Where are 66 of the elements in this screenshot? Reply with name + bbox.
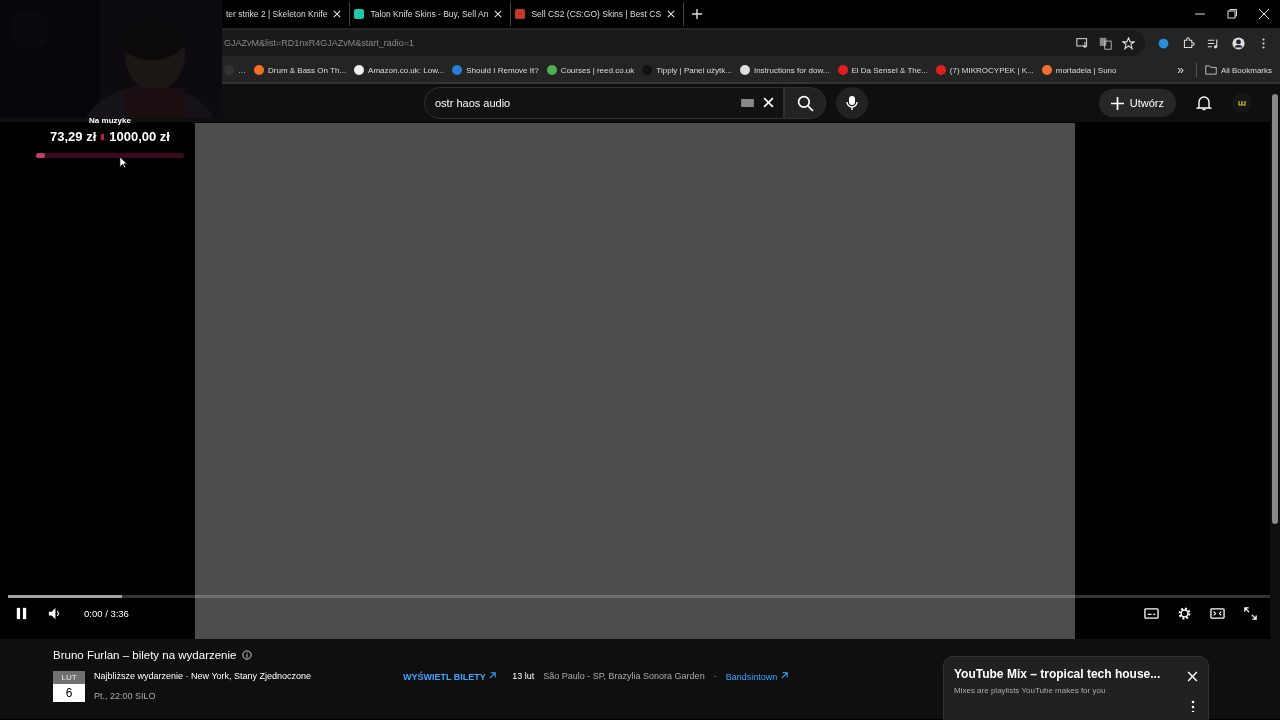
bookmark[interactable]: Should I Remove It? [452, 65, 539, 75]
folder-icon [1204, 65, 1217, 75]
pause-icon[interactable] [14, 606, 29, 621]
external-link-icon [779, 671, 789, 680]
microphone-icon [844, 95, 860, 111]
more-icon[interactable] [1190, 700, 1195, 712]
search-button[interactable] [784, 87, 826, 119]
browser-tab[interactable]: Sell CS2 (CS:GO) Skins | Best CS [511, 2, 685, 26]
close-icon[interactable] [667, 10, 676, 18]
puzzle-icon[interactable] [1182, 36, 1195, 50]
profile-avatar-icon[interactable] [1232, 36, 1245, 50]
bookmark[interactable]: Courses | reed.co.uk [546, 65, 635, 75]
event-place: São Paulo - SP, Brazylia Sonora Garden [543, 671, 705, 681]
bookmark[interactable]: mortadela | Suno [1041, 65, 1117, 75]
media-icon[interactable] [1207, 36, 1220, 50]
bookmark[interactable]: Instructions for dow... [739, 65, 830, 75]
new-tab-icon[interactable] [692, 9, 703, 19]
bookmark[interactable]: El Da Sensei & The... [837, 65, 928, 75]
time-display: 0:00 / 3:36 [84, 608, 129, 619]
close-icon[interactable] [494, 10, 503, 18]
goal-target: 1000,00 zł [109, 129, 170, 144]
search-icon [796, 94, 814, 112]
avatar-icon[interactable] [1232, 93, 1252, 113]
bookmark[interactable]: … [224, 65, 246, 75]
separator-dot: · [713, 671, 717, 681]
install-icon[interactable] [1076, 36, 1089, 50]
microphone-button[interactable] [836, 87, 868, 119]
close-icon[interactable] [1259, 9, 1269, 19]
bell-icon[interactable] [1196, 95, 1212, 111]
bookmark[interactable]: (7) MIKROCYPEK | K... [935, 65, 1034, 75]
external-link-icon [488, 671, 498, 680]
search-field[interactable]: ostr haos audio [424, 87, 784, 119]
event-time: Pt., 22:00 SILO [94, 691, 157, 701]
subtitles-icon[interactable] [1144, 606, 1159, 621]
star-icon[interactable] [1122, 36, 1135, 50]
plus-icon [1110, 96, 1124, 110]
event-title: Najbliższe wydarzenie · New York, Stany Zjednoczone [94, 671, 313, 681]
bookmark[interactable]: Amazon.co.uk: Low... [354, 65, 445, 75]
mix-card[interactable]: YouTube Mix – tropical tech house... Mixes are playlists YouTube makes for you [943, 656, 1209, 720]
all-bookmarks-folder[interactable]: All Bookmarks [1204, 65, 1272, 75]
theater-mode-icon[interactable] [1210, 606, 1225, 621]
mix-subtitle: Mixes are playlists YouTube makes for you [954, 686, 1107, 695]
settings-icon[interactable] [1177, 606, 1192, 621]
clear-icon[interactable] [763, 97, 774, 108]
info-icon[interactable] [242, 650, 253, 660]
event-heading: Bruno Furlan – bilety na wydarzenie [53, 649, 237, 661]
volume-icon[interactable] [47, 606, 62, 621]
more-bookmarks-button[interactable]: » [1173, 63, 1188, 77]
tickets-link[interactable]: WYŚWIETL BILETY [403, 671, 498, 682]
close-icon[interactable] [333, 10, 342, 18]
event-date: 13 lut [512, 671, 535, 681]
progress-bar[interactable] [8, 595, 1270, 598]
address-bar[interactable]: GJAZvM&list=RD1nxR4GJAZvM&start_radio=1 [222, 30, 1145, 56]
fullscreen-icon[interactable] [1243, 606, 1258, 621]
goal-title: Na muzyke [89, 116, 131, 125]
browser-tab[interactable]: Talon Knife Skins - Buy, Sell An [350, 2, 512, 26]
mouse-cursor-icon [119, 156, 128, 169]
bookmark[interactable]: Drum & Bass On Th... [254, 65, 347, 75]
bookmark[interactable]: Tipply | Panel użytk... [642, 65, 732, 75]
restore-icon[interactable] [1227, 9, 1237, 19]
goal-current: 73,29 zł [50, 129, 97, 144]
extension-icon[interactable] [1157, 36, 1170, 50]
source-link[interactable]: Bandsintown [725, 671, 789, 682]
translate-icon[interactable] [1099, 36, 1112, 50]
create-button[interactable]: Utwórz [1098, 89, 1176, 117]
mix-title: YouTube Mix – tropical tech house... [954, 667, 1162, 681]
